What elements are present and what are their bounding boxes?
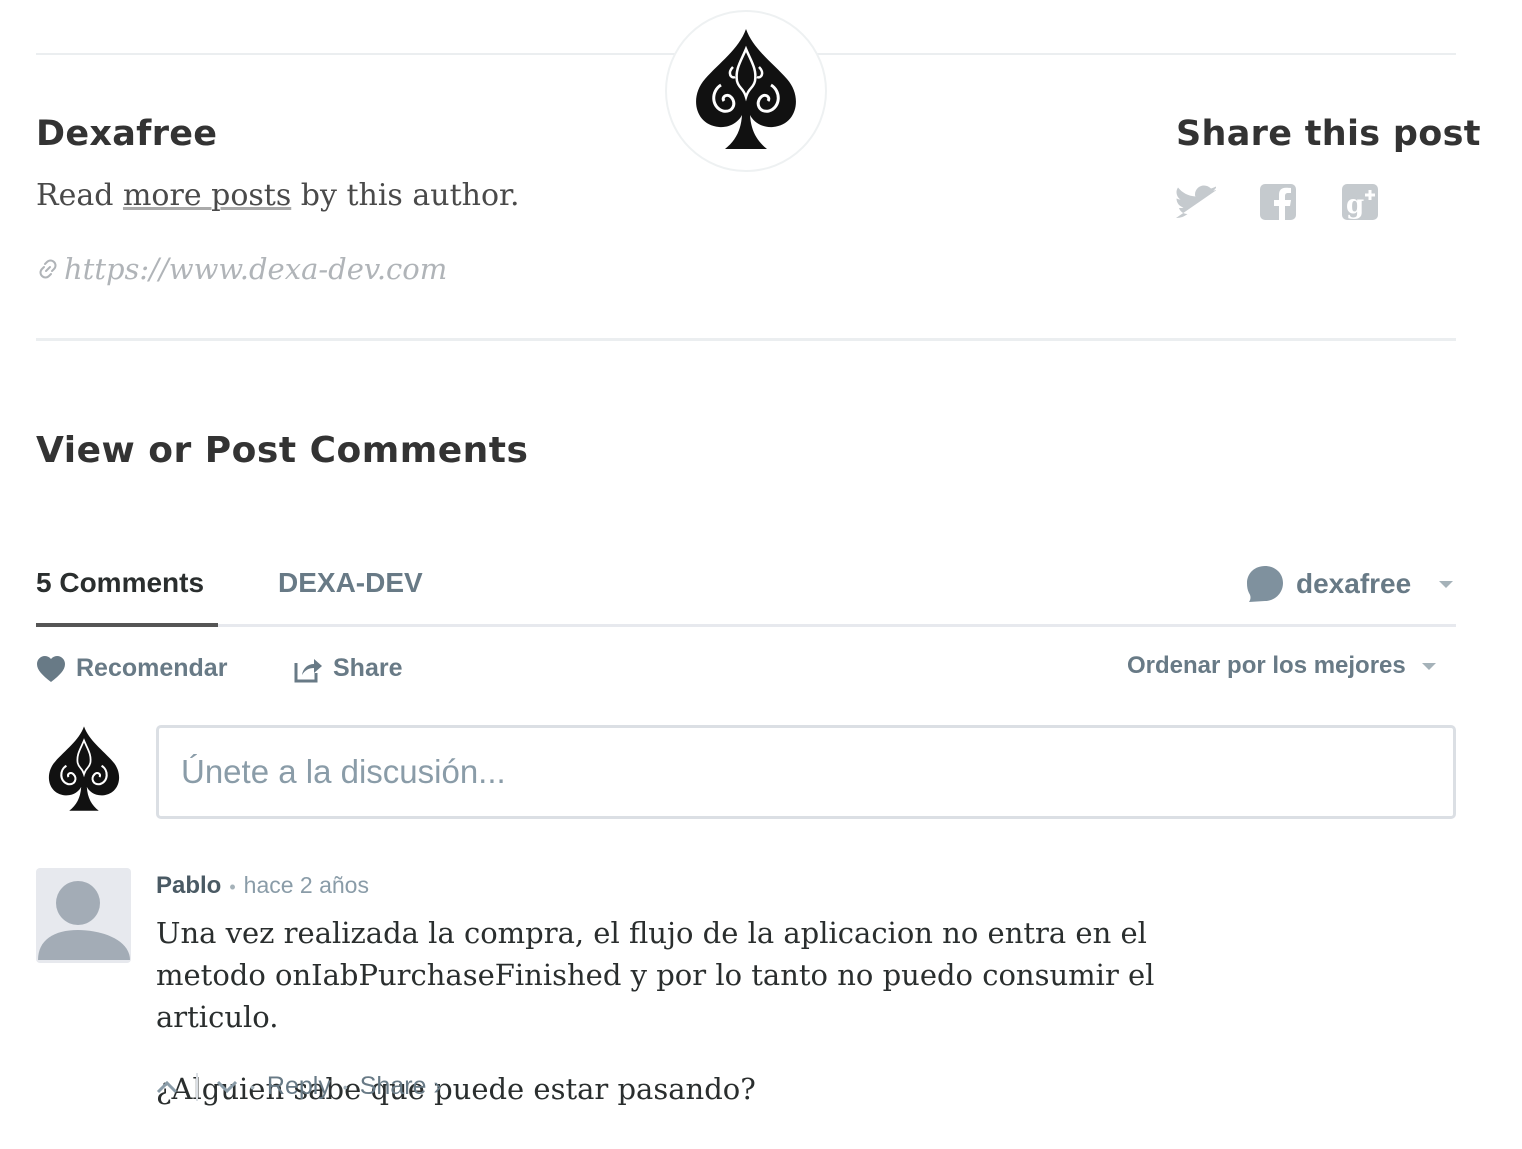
comment-input[interactable] (156, 725, 1456, 819)
google-plus-icon[interactable]: g (1340, 182, 1380, 222)
facebook-icon[interactable] (1258, 182, 1298, 222)
more-posts-link[interactable]: more posts (123, 178, 291, 213)
default-user-icon (38, 881, 130, 960)
share-title: Share this post (1176, 114, 1481, 154)
author-website[interactable]: https://www.dexa-dev.com (36, 252, 447, 286)
upvote-icon[interactable] (156, 1080, 178, 1094)
separator-dot: • (250, 1078, 255, 1095)
separator-dot: • (229, 877, 236, 897)
spade-logo-icon (696, 29, 796, 149)
tab-comments[interactable]: 5 Comments (36, 567, 204, 599)
author-avatar[interactable] (665, 10, 827, 172)
heart-icon (37, 655, 65, 682)
share-icon (294, 658, 322, 682)
reply-link[interactable]: Reply (267, 1072, 331, 1101)
sort-label: Ordenar por los mejores (1127, 652, 1406, 679)
comments-section-title: View or Post Comments (36, 430, 529, 471)
nav-divider (36, 624, 1456, 627)
link-icon (39, 259, 57, 279)
downvote-icon[interactable] (216, 1080, 238, 1094)
share-label: Share (333, 654, 403, 682)
spade-logo-icon (48, 726, 120, 811)
share-icons: g (1176, 182, 1380, 222)
comment-avatar[interactable] (36, 868, 131, 963)
user-menu[interactable]: dexafree (1246, 565, 1454, 603)
comment-header: Pablo • hace 2 años (156, 872, 369, 900)
vote-divider (196, 1072, 198, 1101)
share-button[interactable]: Share (293, 654, 402, 683)
user-avatar-icon (1247, 566, 1283, 602)
current-user-avatar[interactable] (36, 722, 132, 818)
comment-share-link[interactable]: Share › (360, 1072, 442, 1101)
author-name: Dexafree (36, 114, 218, 154)
author-bio-suffix: by this author. (291, 178, 520, 213)
separator-dot: • (342, 1078, 348, 1095)
recommend-button[interactable]: Recomendar (36, 654, 227, 683)
comment-footer: • Reply • Share › (156, 1072, 442, 1101)
comment-time[interactable]: hace 2 años (244, 872, 369, 899)
chevron-down-icon (1439, 580, 1454, 588)
comment-body: Una vez realizada la compra, el flujo de… (156, 912, 1256, 1140)
active-tab-indicator (36, 623, 218, 627)
tab-community[interactable]: DEXA-DEV (278, 567, 423, 599)
sort-dropdown[interactable]: Ordenar por los mejores (1127, 652, 1436, 680)
twitter-icon[interactable] (1176, 182, 1216, 222)
sort-chevron-down-icon (1421, 662, 1436, 670)
recommend-label: Recomendar (76, 654, 228, 682)
svg-text:g: g (1346, 190, 1364, 220)
author-bio-prefix: Read (36, 178, 123, 213)
comment-paragraph: Una vez realizada la compra, el flujo de… (156, 916, 1155, 1034)
username: dexafree (1296, 568, 1412, 599)
comment-author[interactable]: Pablo (156, 872, 221, 900)
author-website-url[interactable]: https://www.dexa-dev.com (64, 252, 447, 286)
section-divider (36, 338, 1456, 341)
author-bio: Read more posts by this author. (36, 178, 520, 213)
